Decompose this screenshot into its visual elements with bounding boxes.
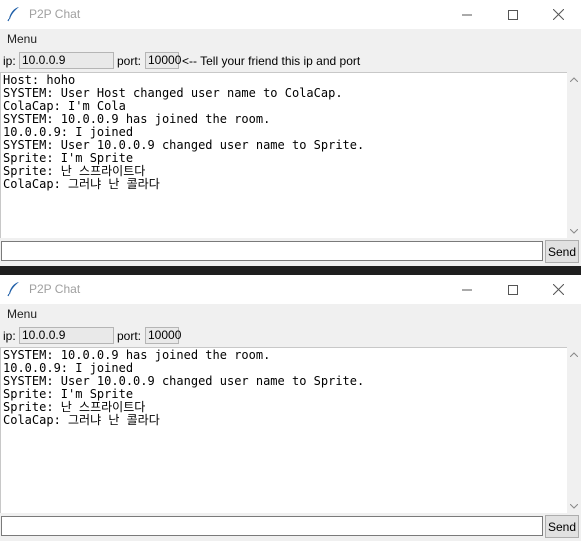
chevron-up-icon xyxy=(570,351,578,357)
chevron-down-icon xyxy=(570,228,578,234)
scroll-up-button[interactable] xyxy=(567,72,581,86)
send-button[interactable]: Send xyxy=(545,515,579,538)
close-icon xyxy=(552,284,564,295)
chat-window-host: P2P Chat Menu ip: 10.0.0.9 port: 10000 <… xyxy=(0,0,581,266)
close-icon xyxy=(552,9,564,20)
feather-icon xyxy=(7,282,19,297)
menu-button[interactable]: Menu xyxy=(7,32,37,46)
input-row: Send xyxy=(0,238,581,266)
connection-row: ip: 10.0.0.9 port: 10000 xyxy=(0,325,581,347)
minimize-button[interactable] xyxy=(444,0,490,29)
connection-row: ip: 10.0.0.9 port: 10000 <-- Tell your f… xyxy=(0,50,581,72)
ip-field[interactable]: 10.0.0.9 xyxy=(19,52,114,69)
maximize-icon xyxy=(508,284,518,295)
minimize-icon xyxy=(462,289,472,290)
input-row: Send xyxy=(0,513,581,541)
ip-label: ip: xyxy=(3,54,16,68)
window-title: P2P Chat xyxy=(29,282,81,296)
window-title: P2P Chat xyxy=(29,7,81,21)
title-bar[interactable]: P2P Chat xyxy=(0,275,581,304)
port-label: port: xyxy=(117,329,142,343)
chevron-up-icon xyxy=(570,76,578,82)
chat-scrollbar[interactable] xyxy=(567,72,581,238)
port-field[interactable]: 10000 xyxy=(145,327,181,344)
port-field[interactable]: 10000 xyxy=(145,52,181,69)
chat-log[interactable]: SYSTEM: 10.0.0.9 has joined the room. 10.… xyxy=(0,347,567,513)
ip-label: ip: xyxy=(3,329,16,343)
maximize-icon xyxy=(508,9,518,20)
scroll-down-button[interactable] xyxy=(567,499,581,513)
port-label: port: xyxy=(117,54,142,68)
chevron-down-icon xyxy=(570,503,578,509)
send-button[interactable]: Send xyxy=(545,240,579,263)
chat-message: ColaCap: 그러냐 난 콜라다 xyxy=(3,177,160,191)
menu-button[interactable]: Menu xyxy=(7,307,37,321)
chat-log[interactable]: Host: hoho SYSTEM: User Host changed user… xyxy=(0,72,567,238)
minimize-button[interactable] xyxy=(444,275,490,304)
message-input[interactable] xyxy=(1,516,543,536)
chat-messages: SYSTEM: 10.0.0.9 has joined the room. 10.… xyxy=(1,348,567,427)
feather-icon xyxy=(7,7,19,22)
maximize-button[interactable] xyxy=(490,275,536,304)
minimize-icon xyxy=(462,14,472,15)
ip-field[interactable]: 10.0.0.9 xyxy=(19,327,114,344)
scroll-down-button[interactable] xyxy=(567,224,581,238)
chat-messages: Host: hoho SYSTEM: User Host changed user… xyxy=(1,73,567,191)
scroll-up-button[interactable] xyxy=(567,347,581,361)
chat-window-guest: P2P Chat Menu ip: 10.0.0.9 port: 10000 S… xyxy=(0,275,581,541)
close-button[interactable] xyxy=(535,0,581,29)
menu-bar: Menu xyxy=(0,29,581,50)
chat-scrollbar[interactable] xyxy=(567,347,581,513)
menu-bar: Menu xyxy=(0,304,581,325)
chat-message: ColaCap: 그러냐 난 콜라다 xyxy=(3,413,160,427)
close-button[interactable] xyxy=(535,275,581,304)
share-hint: <-- Tell your friend this ip and port xyxy=(182,54,361,68)
title-bar[interactable]: P2P Chat xyxy=(0,0,581,29)
maximize-button[interactable] xyxy=(490,0,536,29)
message-input[interactable] xyxy=(1,241,543,261)
